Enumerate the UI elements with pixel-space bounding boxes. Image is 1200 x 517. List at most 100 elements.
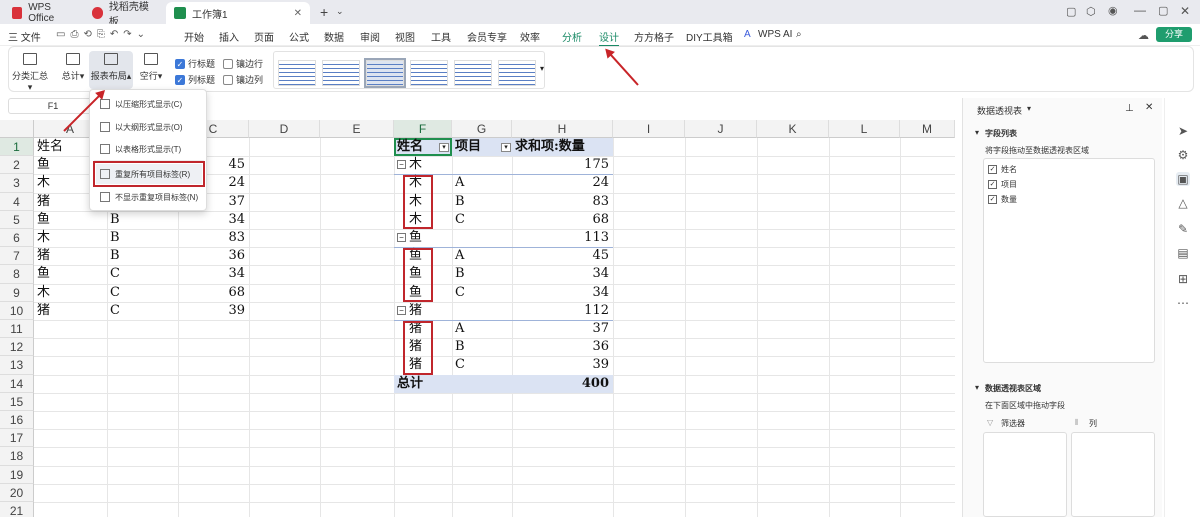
edit-icon[interactable]: ✎ [1176, 222, 1190, 236]
row-header[interactable]: 10 [0, 301, 34, 320]
menu-analyze[interactable]: 分析 [562, 29, 582, 44]
collapse-icon[interactable]: ▾ [975, 128, 979, 137]
maximize-icon[interactable]: ▢ [1158, 4, 1168, 17]
row-header[interactable]: 12 [0, 338, 34, 357]
column-header[interactable]: E [320, 120, 394, 138]
row-header[interactable]: 13 [0, 356, 34, 375]
pivot-row-value[interactable]: 68 [515, 211, 609, 229]
menu-item[interactable]: 开始 [184, 29, 204, 44]
source-cell-value[interactable]: 34 [181, 211, 245, 229]
restore-icon[interactable]: ▢ [1066, 5, 1076, 18]
minimize-icon[interactable]: — [1134, 3, 1146, 17]
pivot-row-value[interactable]: 24 [515, 174, 609, 192]
row-header[interactable]: 9 [0, 283, 34, 302]
column-header[interactable]: L [829, 120, 900, 138]
gallery-more-icon[interactable]: ▾ [540, 64, 544, 73]
pivot-row-item[interactable]: B [455, 193, 508, 211]
pivot-row-value[interactable]: 39 [515, 356, 609, 374]
pivot-header-sum[interactable]: 求和项:数量 [515, 138, 609, 156]
pivot-row-item[interactable]: A [455, 247, 508, 265]
menu-item[interactable]: 方方格子 [634, 29, 674, 44]
avatar[interactable]: ◉ [1108, 4, 1118, 17]
total-button[interactable]: 总计▾ [55, 51, 91, 89]
banded-cols-checkbox[interactable]: 镶边列 [223, 73, 263, 86]
outline-form-option[interactable]: 以大纲形式显示(O) [96, 117, 202, 137]
tab-templates[interactable]: 找稻壳模板 [84, 2, 162, 28]
filter-dropdown-icon[interactable]: ▾ [439, 143, 449, 152]
row-header[interactable]: 16 [0, 411, 34, 430]
source-cell-item[interactable]: B [110, 247, 174, 265]
pivot-row-item[interactable]: C [455, 284, 508, 302]
source-cell-item[interactable]: B [110, 211, 174, 229]
source-cell-value[interactable]: 83 [181, 229, 245, 247]
row-header[interactable]: 17 [0, 429, 34, 448]
pivot-group-label[interactable]: 鱼 [397, 229, 448, 247]
source-cell-name[interactable]: 猪 [37, 302, 103, 320]
row-headers-checkbox[interactable]: ✓ 行标题 [175, 57, 215, 70]
col-headers-checkbox[interactable]: ✓ 列标题 [175, 73, 215, 86]
column-header[interactable]: D [249, 120, 320, 138]
tab-wps-office[interactable]: WPS Office [4, 2, 80, 24]
pivot-row-item[interactable]: C [455, 356, 508, 374]
pivot-row-value[interactable]: 36 [515, 338, 609, 356]
pivot-style-thumb[interactable] [364, 58, 406, 88]
column-drop-area[interactable] [1071, 432, 1155, 517]
cloud-icon[interactable]: ☁ [1138, 29, 1149, 42]
column-header[interactable]: G [452, 120, 512, 138]
filter-drop-area[interactable] [983, 432, 1067, 517]
row-header[interactable]: 21 [0, 502, 34, 517]
row-header[interactable]: 1 [0, 138, 34, 157]
more-icon[interactable]: ⋯ [1176, 296, 1190, 310]
cube-icon[interactable]: ⬡ [1086, 5, 1096, 18]
field-item[interactable]: ✓ 项目 [988, 179, 1017, 190]
field-name[interactable]: ✓ 姓名 [988, 164, 1017, 175]
no-repeat-labels-option[interactable]: 不显示重复项目标签(N) [96, 187, 202, 207]
source-cell-value[interactable]: 36 [181, 247, 245, 265]
pivot-row-item[interactable]: B [455, 338, 508, 356]
pivot-row-item[interactable]: A [455, 174, 508, 192]
menu-item[interactable]: 数据 [324, 29, 344, 44]
column-header[interactable]: K [757, 120, 829, 138]
menu-item[interactable]: 效率 [520, 29, 540, 44]
pivot-subtotal[interactable]: 175 [515, 156, 609, 174]
source-cell-item[interactable]: C [110, 265, 174, 283]
source-cell-value[interactable]: 68 [181, 284, 245, 302]
source-cell-item[interactable]: C [110, 302, 174, 320]
repeat-all-labels-option[interactable]: 重复所有项目标签(R) [93, 161, 205, 187]
source-cell-value[interactable]: 34 [181, 265, 245, 283]
menu-item[interactable]: 公式 [289, 29, 309, 44]
row-header[interactable]: 20 [0, 483, 34, 502]
column-header[interactable]: M [900, 120, 955, 138]
column-header[interactable]: F [394, 120, 452, 138]
row-header[interactable]: 6 [0, 229, 34, 248]
compact-form-option[interactable]: 以压缩形式显示(C) [96, 94, 202, 114]
menu-item[interactable]: 工具 [431, 29, 451, 44]
field-quantity[interactable]: ✓ 数量 [988, 194, 1017, 205]
select-all-corner[interactable] [0, 120, 34, 138]
pivot-pane-icon[interactable]: ▣ [1176, 172, 1190, 186]
blank-rows-button[interactable]: 空行▾ [133, 51, 169, 89]
source-cell-item[interactable]: C [110, 284, 174, 302]
collapse-icon[interactable]: ▾ [975, 383, 979, 392]
pivot-group-label[interactable]: 猪 [397, 302, 448, 320]
pivot-style-thumb[interactable] [454, 60, 492, 86]
pivot-row-item[interactable]: C [455, 211, 508, 229]
menu-item[interactable]: 插入 [219, 29, 239, 44]
menu-item[interactable]: DIY工具箱 [686, 29, 733, 44]
pivot-total-value[interactable]: 400 [515, 375, 609, 393]
row-header[interactable]: 3 [0, 174, 34, 193]
close-icon[interactable]: ✕ [1145, 102, 1153, 113]
row-header[interactable]: 19 [0, 465, 34, 484]
menu-item[interactable]: 会员专享 [467, 29, 507, 44]
pivot-row-item[interactable]: A [455, 320, 508, 338]
row-header[interactable]: 5 [0, 210, 34, 229]
row-header[interactable]: 2 [0, 156, 34, 175]
report-layout-button[interactable]: 报表布局▴ [89, 51, 133, 89]
menu-item[interactable]: 页面 [254, 29, 274, 44]
source-cell-name[interactable]: 鱼 [37, 211, 103, 229]
new-tab-icon[interactable]: + [320, 4, 328, 20]
source-cell-name[interactable]: 木 [37, 284, 103, 302]
chevron-down-icon[interactable]: ▾ [1027, 104, 1031, 113]
pivot-style-thumb[interactable] [410, 60, 448, 86]
row-header[interactable]: 15 [0, 392, 34, 411]
